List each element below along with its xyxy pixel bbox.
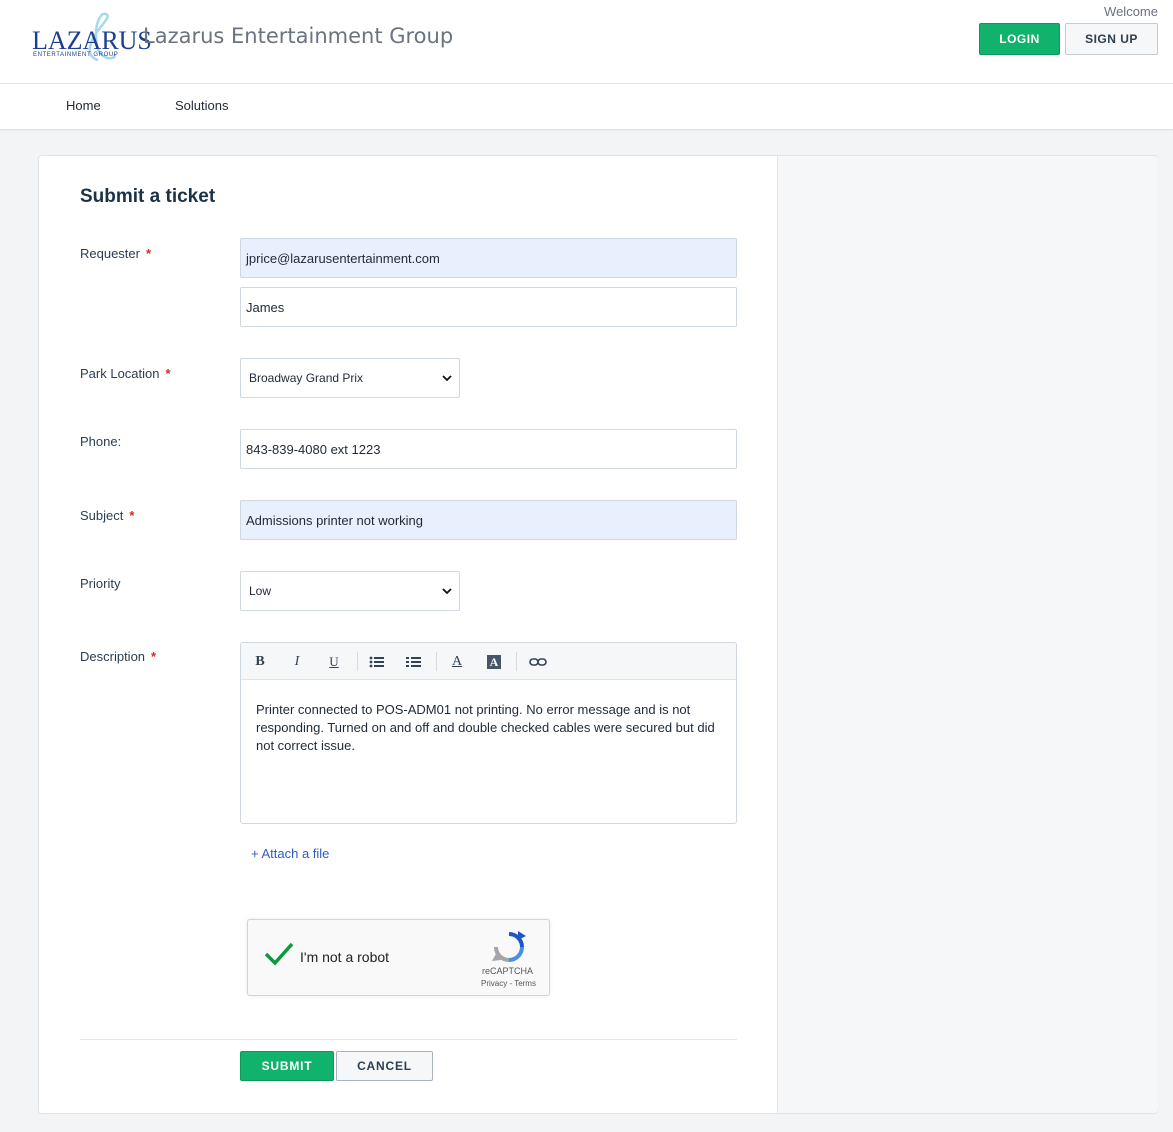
recaptcha-brand: reCAPTCHA [482,966,534,976]
bulleted-list-icon[interactable] [367,652,387,672]
park-location-label: Park Location * [80,366,171,381]
park-location-value: Broadway Grand Prix [249,371,364,385]
required-mark: * [165,366,171,381]
underline-icon[interactable]: U [324,652,344,672]
phone-label-text: Phone: [80,434,122,449]
priority-select[interactable]: Low [240,571,460,611]
login-button[interactable]: LOGIN [979,23,1060,55]
page-title: Submit a ticket [80,186,216,207]
subject-label: Subject * [80,508,134,523]
requester-email-field[interactable]: jprice@lazarusentertainment.com [240,238,737,278]
editor-toolbar: B I U A A [241,643,736,680]
nav-item-solutions[interactable]: Solutions [175,98,228,113]
chevron-down-icon [442,588,452,595]
nav-item-home[interactable]: Home [66,98,101,113]
numbered-list-icon[interactable] [404,652,424,672]
attach-file-link[interactable]: + Attach a file [251,846,329,861]
requester-name-field[interactable]: James [240,287,737,327]
toolbar-divider [516,652,517,671]
main-nav: Home Solutions [0,84,1173,130]
font-color-icon[interactable]: A [447,652,467,672]
requester-label: Requester * [80,246,151,261]
site-header: LAZARUS ENTERTAINMENT GROUP Lazarus Ente… [0,0,1173,84]
sidebar-panel [777,156,1158,1113]
priority-label-text: Priority [80,576,121,591]
required-mark: * [151,649,157,664]
subject-field[interactable]: Admissions printer not working [240,500,737,540]
subject-label-text: Subject [80,508,124,523]
required-mark: * [145,246,152,261]
site-title[interactable]: Lazarus Entertainment Group [143,24,453,48]
checkmark-icon[interactable] [263,940,295,968]
link-icon[interactable] [528,652,548,672]
ticket-form-card: Submit a ticket Requester * jprice@lazaru… [38,155,1158,1114]
signup-button[interactable]: SIGN UP [1065,23,1158,55]
subject-value: Admissions printer not working [246,512,424,528]
recaptcha-links[interactable]: Privacy - Terms [481,979,536,988]
chevron-down-icon [442,375,452,382]
captcha-label: I'm not a robot [300,949,390,965]
recaptcha-logo-icon [492,931,526,962]
toolbar-divider [436,652,437,671]
priority-value: Low [249,584,272,598]
phone-field[interactable]: 843-839-4080 ext 1223 [240,429,737,469]
background-color-icon[interactable]: A [484,652,504,672]
park-location-label-text: Park Location [80,366,160,381]
form-divider [80,1039,737,1040]
phone-label: Phone: [80,434,121,449]
logo-subtext: ENTERTAINMENT GROUP [33,52,119,58]
requester-email-value: jprice@lazarusentertainment.com [246,250,440,266]
background-color-glyph: A [487,655,501,669]
requester-label-text: Requester [80,246,140,261]
toolbar-divider [357,652,358,671]
park-location-select[interactable]: Broadway Grand Prix [240,358,460,398]
priority-label: Priority [80,576,120,591]
required-mark: * [129,508,135,523]
welcome-text: Welcome [1104,4,1158,19]
phone-value: 843-839-4080 ext 1223 [246,441,381,457]
description-label: Description * [80,649,156,664]
recaptcha-widget: I'm not a robot reCAPTCHA Privacy - Term… [247,919,550,996]
description-label-text: Description [80,649,146,664]
requester-name-value: James [246,299,285,315]
description-editor[interactable]: B I U A A Printer connected to POS-ADM01… [240,642,737,824]
submit-button[interactable]: SUBMIT [240,1051,334,1081]
bold-icon[interactable]: B [250,652,270,672]
description-text: Printer connected to POS-ADM01 not print… [256,702,715,753]
cancel-button[interactable]: CANCEL [336,1051,433,1081]
italic-icon[interactable]: I [287,652,307,672]
logo[interactable]: LAZARUS ENTERTAINMENT GROUP [32,12,152,64]
